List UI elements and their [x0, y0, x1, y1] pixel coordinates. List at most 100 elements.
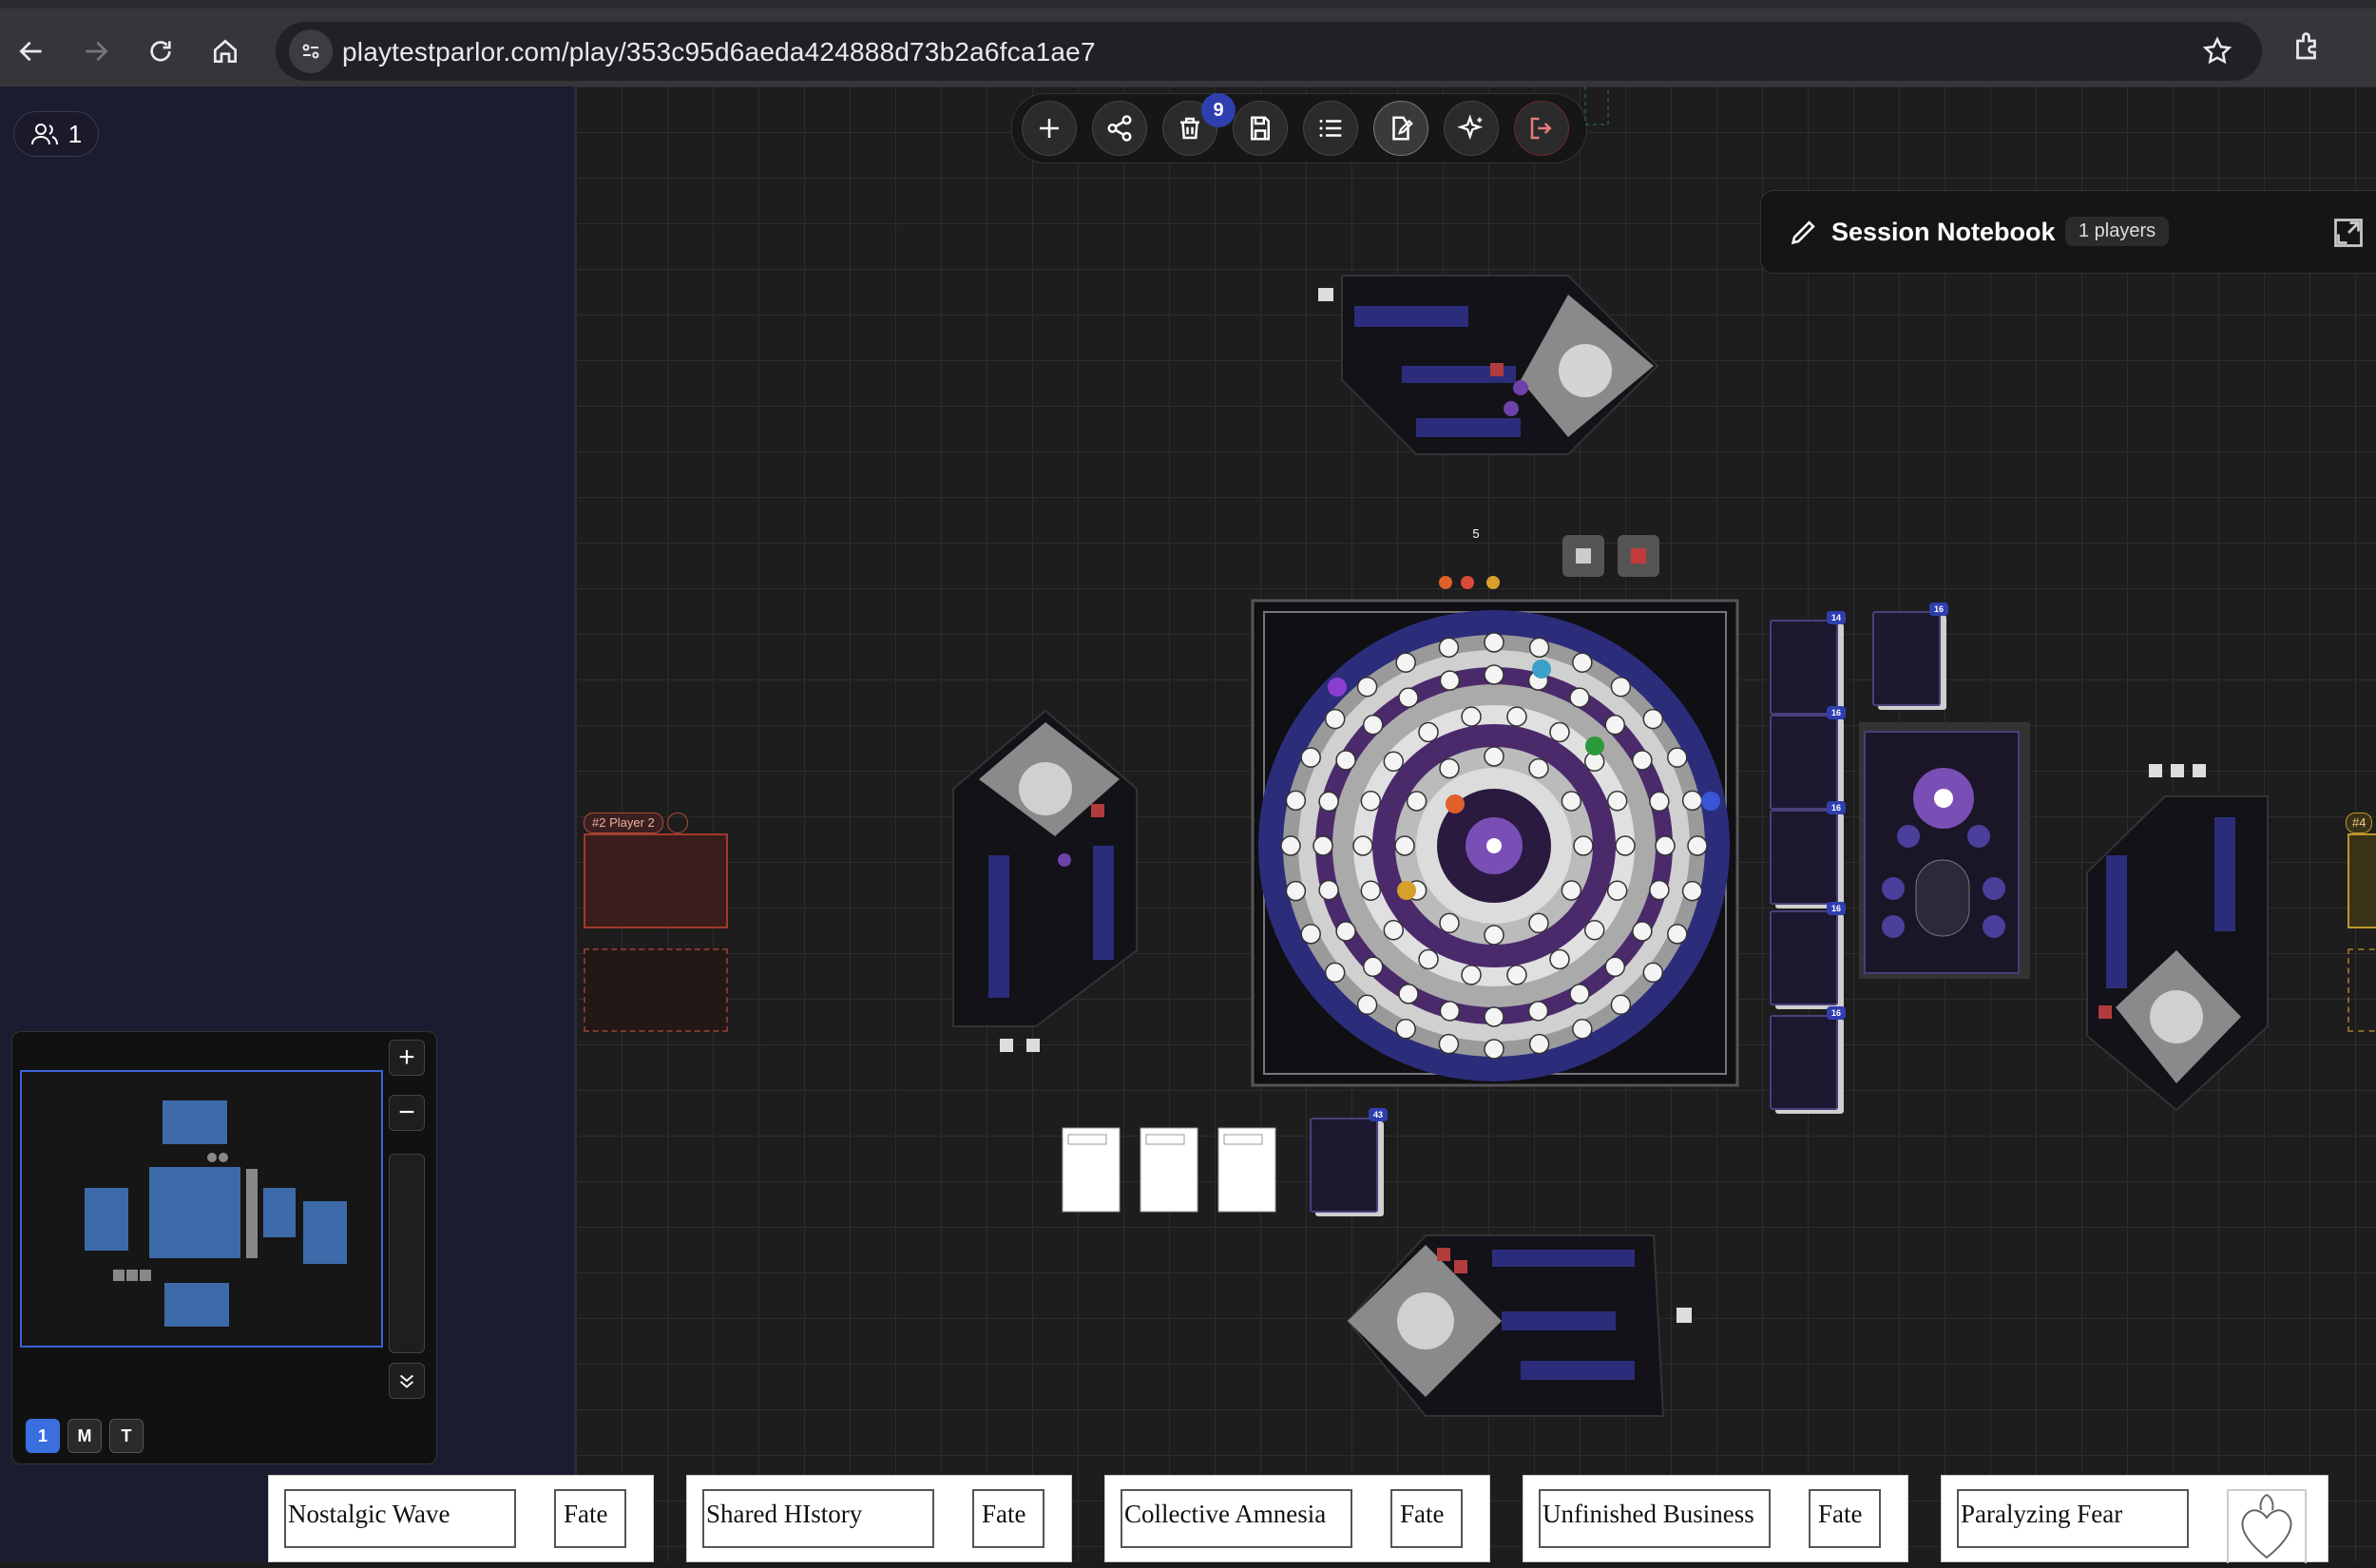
board-space[interactable]	[1528, 912, 1549, 934]
board-space[interactable]	[1418, 948, 1439, 970]
board-space[interactable]	[1360, 880, 1382, 901]
player-2-zone-hand[interactable]	[584, 833, 728, 928]
board-space[interactable]	[1362, 956, 1384, 978]
board-space[interactable]	[1318, 879, 1339, 901]
board-space[interactable]	[1583, 919, 1605, 941]
board-space[interactable]	[1606, 880, 1628, 901]
collapse-button[interactable]	[389, 1363, 425, 1399]
deck-16-b[interactable]	[1770, 810, 1838, 905]
board-space[interactable]	[1324, 962, 1346, 984]
deck-43[interactable]	[1310, 1118, 1378, 1213]
board-space[interactable]	[1439, 1001, 1461, 1022]
board-space[interactable]	[1549, 721, 1570, 743]
zoom-in-button[interactable]: +	[389, 1040, 425, 1076]
hand-card[interactable]: Unfinished Business Fate	[1523, 1475, 1908, 1562]
deck-14[interactable]	[1770, 620, 1838, 715]
board-space[interactable]	[1439, 757, 1460, 779]
character-card-right[interactable]	[2086, 795, 2269, 1112]
board-space[interactable]	[1356, 676, 1378, 698]
zoom-out-button[interactable]: −	[389, 1095, 425, 1131]
player-2-label[interactable]: #2 Player 2	[584, 813, 663, 833]
board-space[interactable]	[1561, 791, 1582, 812]
board-space[interactable]	[1461, 706, 1482, 727]
player-4-zone-play[interactable]	[2347, 948, 2376, 1032]
player-4-label[interactable]: #4	[2346, 813, 2373, 833]
layer-1-button[interactable]: 1	[26, 1419, 60, 1453]
central-board[interactable]	[1251, 599, 1739, 1087]
board-space[interactable]	[1610, 994, 1632, 1016]
board-space[interactable]	[1604, 956, 1626, 978]
board-space[interactable]	[1561, 880, 1582, 901]
board-space[interactable]	[1681, 790, 1703, 812]
board-space[interactable]	[1484, 1039, 1504, 1060]
board-space[interactable]	[1360, 791, 1382, 812]
layer-t-button[interactable]: T	[109, 1419, 144, 1453]
board-space[interactable]	[1383, 751, 1405, 773]
board-space[interactable]	[1383, 919, 1405, 941]
board-space[interactable]	[1285, 880, 1307, 902]
board-space[interactable]	[1569, 984, 1590, 1004]
board-space[interactable]	[1285, 790, 1307, 812]
board-space[interactable]	[1395, 652, 1416, 673]
player-4-zone-hand[interactable]	[2347, 833, 2376, 928]
board-space[interactable]	[1632, 921, 1653, 942]
card-marker[interactable]	[1318, 288, 1333, 301]
board-space[interactable]	[1395, 1019, 1416, 1040]
eye-icon[interactable]	[667, 813, 688, 833]
board-space[interactable]	[1418, 721, 1439, 743]
board-space[interactable]	[1642, 708, 1664, 730]
deck-16-a[interactable]	[1770, 715, 1838, 810]
board-space[interactable]	[1649, 879, 1670, 901]
board-space[interactable]	[1439, 670, 1461, 691]
board-space[interactable]	[1615, 835, 1636, 856]
character-card-top[interactable]	[1341, 275, 1659, 455]
board-space[interactable]	[1528, 1033, 1550, 1055]
board-space[interactable]	[1406, 791, 1428, 812]
zoom-slider[interactable]	[389, 1154, 425, 1353]
board-space[interactable]	[1356, 994, 1378, 1016]
board-space[interactable]	[1394, 835, 1415, 856]
large-deck[interactable]	[1859, 722, 2030, 979]
board-space[interactable]	[1604, 714, 1626, 736]
hand-card[interactable]: Paralyzing Fear	[1941, 1475, 2328, 1563]
board-space[interactable]	[1300, 747, 1321, 768]
prompt-cards[interactable]	[1062, 1127, 1276, 1213]
board-space[interactable]	[1300, 924, 1321, 945]
board-space[interactable]	[1398, 687, 1419, 708]
board-space[interactable]	[1649, 791, 1670, 813]
board-space[interactable]	[1506, 965, 1527, 985]
player-2-zone-play[interactable]	[584, 948, 728, 1032]
board-space[interactable]	[1528, 637, 1550, 659]
board-space[interactable]	[1573, 835, 1594, 856]
character-card-bottom[interactable]	[1346, 1234, 1665, 1417]
hand-card[interactable]: Nostalgic Wave Fate	[268, 1475, 654, 1562]
board-space[interactable]	[1318, 791, 1339, 813]
board-space[interactable]	[1528, 757, 1549, 779]
board-space[interactable]	[1569, 687, 1590, 708]
board-space[interactable]	[1484, 664, 1504, 685]
board-space[interactable]	[1667, 747, 1688, 768]
board-space[interactable]	[1549, 948, 1570, 970]
board-space[interactable]	[1484, 925, 1504, 946]
board-space[interactable]	[1667, 924, 1688, 945]
board-space[interactable]	[1527, 1001, 1549, 1022]
minimap-viewport[interactable]	[20, 1070, 383, 1348]
board-space[interactable]	[1610, 676, 1632, 698]
layer-m-button[interactable]: M	[67, 1419, 102, 1453]
board-space[interactable]	[1655, 835, 1676, 856]
board-space[interactable]	[1324, 708, 1346, 730]
board-space[interactable]	[1362, 714, 1384, 736]
board-space[interactable]	[1484, 746, 1504, 767]
board-space[interactable]	[1681, 880, 1703, 902]
board-space[interactable]	[1335, 750, 1356, 771]
board-space[interactable]	[1484, 632, 1504, 653]
board-space[interactable]	[1506, 706, 1527, 727]
deck-16-c[interactable]	[1770, 910, 1838, 1005]
board-space[interactable]	[1606, 791, 1628, 812]
board-space[interactable]	[1572, 652, 1593, 673]
board-space[interactable]	[1398, 984, 1419, 1004]
board-space[interactable]	[1484, 1006, 1504, 1027]
deck-16-top[interactable]	[1872, 611, 1941, 706]
character-card-left[interactable]	[952, 709, 1138, 1027]
board-space[interactable]	[1352, 835, 1373, 856]
